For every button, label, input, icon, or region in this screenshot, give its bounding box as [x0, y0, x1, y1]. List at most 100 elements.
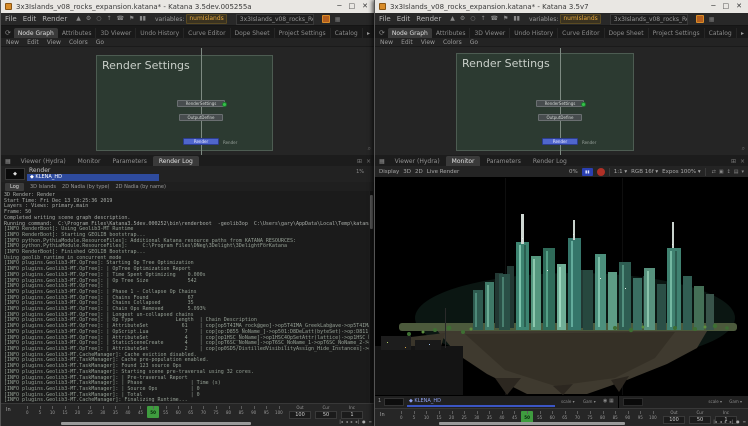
- layout-grid-icon[interactable]: ▦: [335, 16, 341, 23]
- frame-tick[interactable]: 40: [122, 406, 135, 418]
- render-thumbnail[interactable]: ◆: [5, 168, 25, 180]
- menu-item[interactable]: Edit: [397, 15, 411, 23]
- tab-overflow-icon[interactable]: ▸: [739, 30, 746, 38]
- transport-button[interactable]: ≡: [743, 419, 746, 424]
- frame-ruler[interactable]: 0510152025303540455055606570758085909510…: [21, 406, 285, 418]
- display-label[interactable]: Display: [379, 169, 399, 175]
- variables-widget[interactable]: variables: numIslands: [529, 14, 601, 24]
- pane-tab[interactable]: Monitor: [72, 156, 107, 166]
- frame-tick[interactable]: 50: [147, 406, 160, 418]
- dropdown-icon[interactable]: ▾: [741, 169, 744, 175]
- gamma-dropdown[interactable]: Gam ▾: [583, 399, 596, 404]
- menu-item[interactable]: Edit: [23, 15, 37, 23]
- pane-corner-icon[interactable]: ⊞: [357, 158, 362, 165]
- transport-button[interactable]: ▸: [351, 419, 353, 424]
- frame-tick[interactable]: 0: [395, 411, 408, 423]
- pane-corner-icon[interactable]: ×: [740, 158, 745, 165]
- tab-overflow-icon[interactable]: ▸: [365, 30, 372, 38]
- node-render[interactable]: Render: [542, 138, 578, 145]
- log-filter-tab[interactable]: Log: [5, 183, 24, 191]
- node-graph-canvas[interactable]: Render Settings RenderSettings OutputDef…: [375, 47, 748, 155]
- frame-tick[interactable]: 95: [260, 406, 273, 418]
- node-outputdefine[interactable]: OutputDefine: [179, 114, 223, 121]
- main-tab[interactable]: Project Settings: [275, 28, 331, 38]
- window-control-button[interactable]: □: [723, 0, 730, 13]
- frame-tick[interactable]: 100: [647, 411, 660, 423]
- frame-tick[interactable]: 15: [59, 406, 72, 418]
- window-control-button[interactable]: ✕: [362, 0, 368, 13]
- render-status-icon[interactable]: [696, 15, 704, 23]
- catalog-thumbnail[interactable]: [384, 398, 404, 406]
- frame-range-slider[interactable]: [439, 422, 625, 425]
- node-outputdefine[interactable]: OutputDefine: [538, 114, 582, 121]
- transport-button[interactable]: ◂: [346, 419, 348, 424]
- gear-icon[interactable]: ⚙: [460, 13, 465, 25]
- refresh-icon[interactable]: ⟳: [5, 29, 11, 37]
- phone-icon[interactable]: ☎: [491, 13, 498, 25]
- pane-tab[interactable]: Render Log: [153, 156, 199, 166]
- pane-grid-icon[interactable]: ▦: [5, 158, 11, 165]
- frame-tick[interactable]: 90: [247, 406, 260, 418]
- render-entry-selected[interactable]: ◆ KLENA_HD: [27, 174, 159, 181]
- window-control-button[interactable]: ─: [337, 0, 341, 13]
- main-tab[interactable]: Catalog: [705, 28, 737, 38]
- frame-tick[interactable]: 25: [84, 406, 97, 418]
- main-tab[interactable]: Curve Editor: [558, 28, 604, 38]
- main-tab[interactable]: 3D Viewer: [470, 28, 510, 38]
- zoom-level-dropdown[interactable]: 1:1 ▾: [614, 169, 627, 175]
- current-frame-field[interactable]: Cur50: [315, 405, 337, 419]
- frame-tick[interactable]: 85: [235, 406, 248, 418]
- title-bar[interactable]: 3x3Islands_v08_rocks_expansion.katana* -…: [1, 0, 374, 13]
- scale-dropdown[interactable]: scale ▾: [561, 399, 575, 404]
- canvas-zoom-icon[interactable]: ⌕: [368, 145, 371, 153]
- catalog-thumbnail-b[interactable]: [623, 398, 643, 406]
- channel-mode-dropdown[interactable]: RGB 16f ▾: [631, 169, 658, 175]
- main-tab[interactable]: Catalog: [331, 28, 363, 38]
- main-tab[interactable]: Dope Sheet: [231, 28, 275, 38]
- main-tab[interactable]: Dope Sheet: [605, 28, 649, 38]
- log-scrollbar-thumb[interactable]: [370, 195, 373, 229]
- search-icon[interactable]: ○: [96, 13, 101, 25]
- gamma-dropdown-b[interactable]: Gam ▾: [729, 399, 742, 404]
- render-status-icon[interactable]: [322, 15, 330, 23]
- transport-button[interactable]: ●: [362, 419, 366, 424]
- gear-icon[interactable]: ⚙: [86, 13, 91, 25]
- pane-corner-icon[interactable]: ×: [366, 158, 371, 165]
- frame-tick[interactable]: 20: [71, 406, 84, 418]
- pane-tab[interactable]: Render Log: [527, 156, 573, 166]
- node-rendersettings[interactable]: RenderSettings: [177, 100, 225, 107]
- frame-tick[interactable]: 35: [109, 406, 122, 418]
- graph-menu-item[interactable]: Colors: [69, 39, 88, 46]
- transport-button[interactable]: ▸: [725, 419, 727, 424]
- upload-icon[interactable]: ↑: [480, 13, 485, 25]
- search-icon[interactable]: ○: [470, 13, 475, 25]
- graph-menu-item[interactable]: Colors: [443, 39, 462, 46]
- main-tab[interactable]: Attributes: [432, 28, 471, 38]
- pause-small-icon[interactable]: ▮▮: [139, 13, 146, 25]
- frame-tick[interactable]: 75: [210, 406, 223, 418]
- menu-item[interactable]: File: [379, 15, 391, 23]
- transport-button[interactable]: ▸|: [356, 419, 359, 424]
- exposure-dropdown[interactable]: Expos 100% ▾: [662, 169, 700, 175]
- pointer-icon[interactable]: ▲: [450, 13, 455, 25]
- fit-view-icon[interactable]: ↕: [727, 169, 731, 175]
- main-tab[interactable]: Attributes: [58, 28, 97, 38]
- frame-range-slider[interactable]: [61, 422, 251, 425]
- flag-icon[interactable]: ⚑: [129, 13, 134, 25]
- frame-tick[interactable]: 70: [197, 406, 210, 418]
- window-control-button[interactable]: ─: [711, 0, 715, 13]
- frame-tick[interactable]: 5: [408, 411, 421, 423]
- backdrop-node[interactable]: Render Settings RenderSettings OutputDef…: [456, 53, 634, 151]
- monitor-viewport[interactable]: [375, 178, 748, 395]
- current-frame-field[interactable]: Cur50: [689, 410, 711, 424]
- flag-icon[interactable]: ⚑: [503, 13, 508, 25]
- view-3d-button[interactable]: 3D: [403, 169, 411, 175]
- transport-button[interactable]: |◂: [339, 419, 342, 424]
- window-control-button[interactable]: □: [349, 0, 356, 13]
- snapshot-icon[interactable]: ▣: [719, 169, 724, 175]
- variables-value[interactable]: numIslands: [186, 14, 226, 24]
- log-filter-tab[interactable]: 2D Nadia (by type): [62, 184, 109, 190]
- pane-tab[interactable]: Parameters: [106, 156, 152, 166]
- pause-small-icon[interactable]: ▮▮: [513, 13, 520, 25]
- transport-button[interactable]: |◂: [713, 419, 716, 424]
